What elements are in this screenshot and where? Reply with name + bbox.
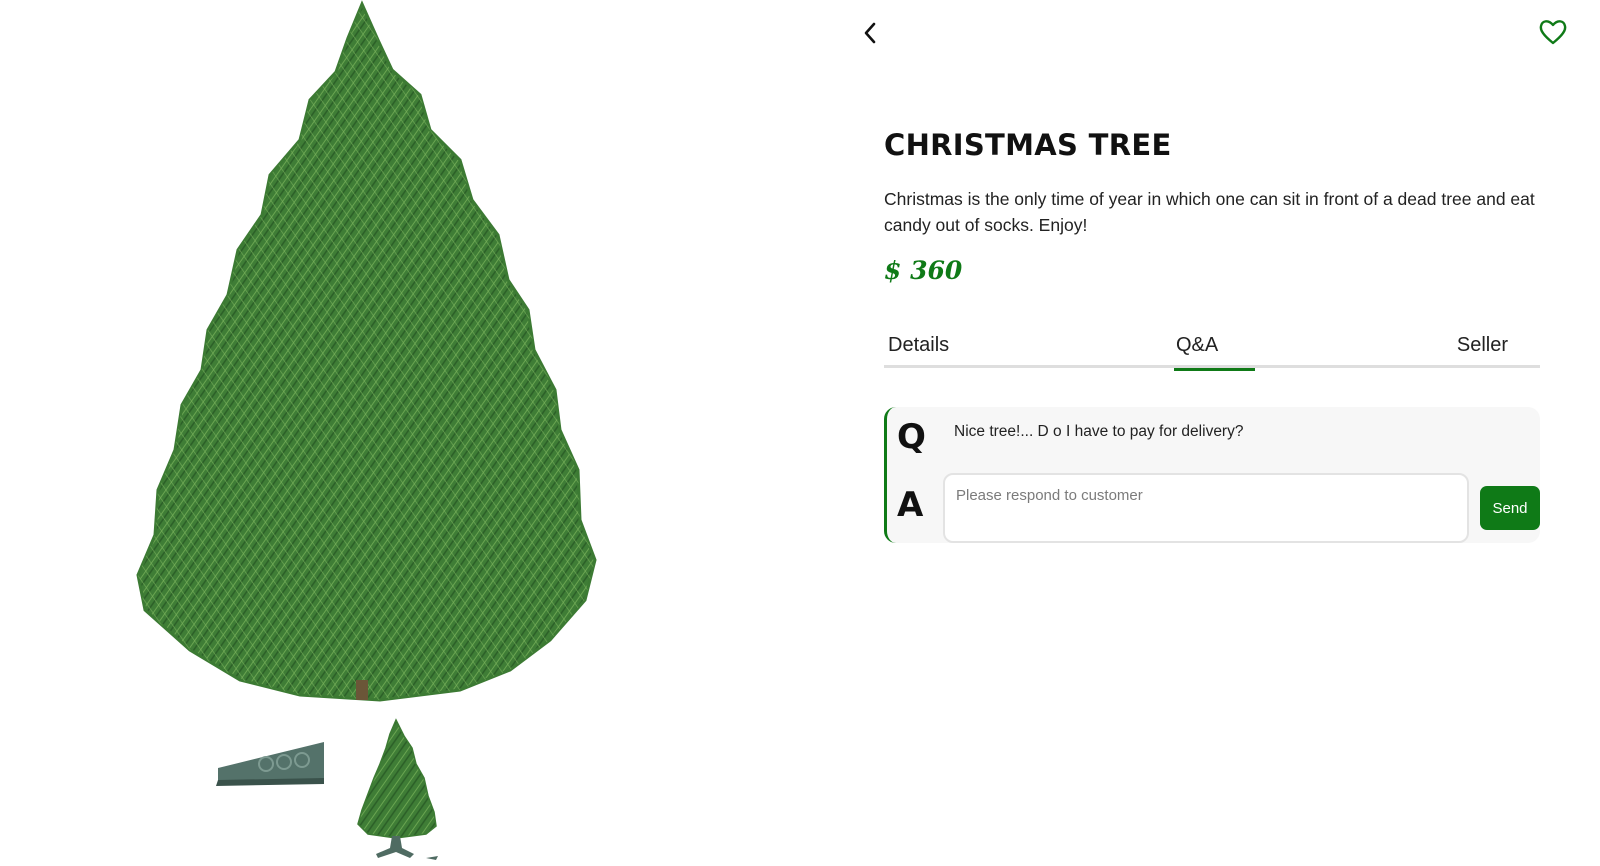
main-product-image (130, 0, 600, 720)
answer-input[interactable] (943, 473, 1469, 543)
chevron-left-icon (864, 22, 876, 44)
back-button[interactable] (856, 18, 884, 48)
thumbnail-tree[interactable] (356, 718, 440, 864)
favorite-button[interactable] (1536, 16, 1570, 48)
question-marker: Q (897, 417, 926, 457)
product-price: $ 360 (884, 256, 963, 285)
answer-marker: A (897, 485, 924, 525)
tab-details[interactable]: Details (886, 334, 951, 368)
product-title: CHRISTMAS TREE (884, 128, 1172, 162)
thumbnail-stand[interactable] (216, 740, 334, 790)
product-description: Christmas is the only time of year in wh… (884, 189, 1535, 235)
send-button[interactable]: Send (1480, 486, 1540, 530)
tab-seller[interactable]: Seller (1455, 334, 1510, 368)
product-tabs: Details Q&A Seller (884, 334, 1540, 371)
question-text: Nice tree!... D o I have to pay for deli… (954, 423, 1244, 440)
qa-card: Q Nice tree!... D o I have to pay for de… (884, 407, 1540, 543)
tab-qa[interactable]: Q&A (1174, 334, 1255, 371)
product-page: CHRISTMAS TREE Christmas is the only tim… (0, 0, 1600, 866)
product-gallery (0, 0, 760, 866)
heart-outline-icon (1539, 20, 1567, 45)
